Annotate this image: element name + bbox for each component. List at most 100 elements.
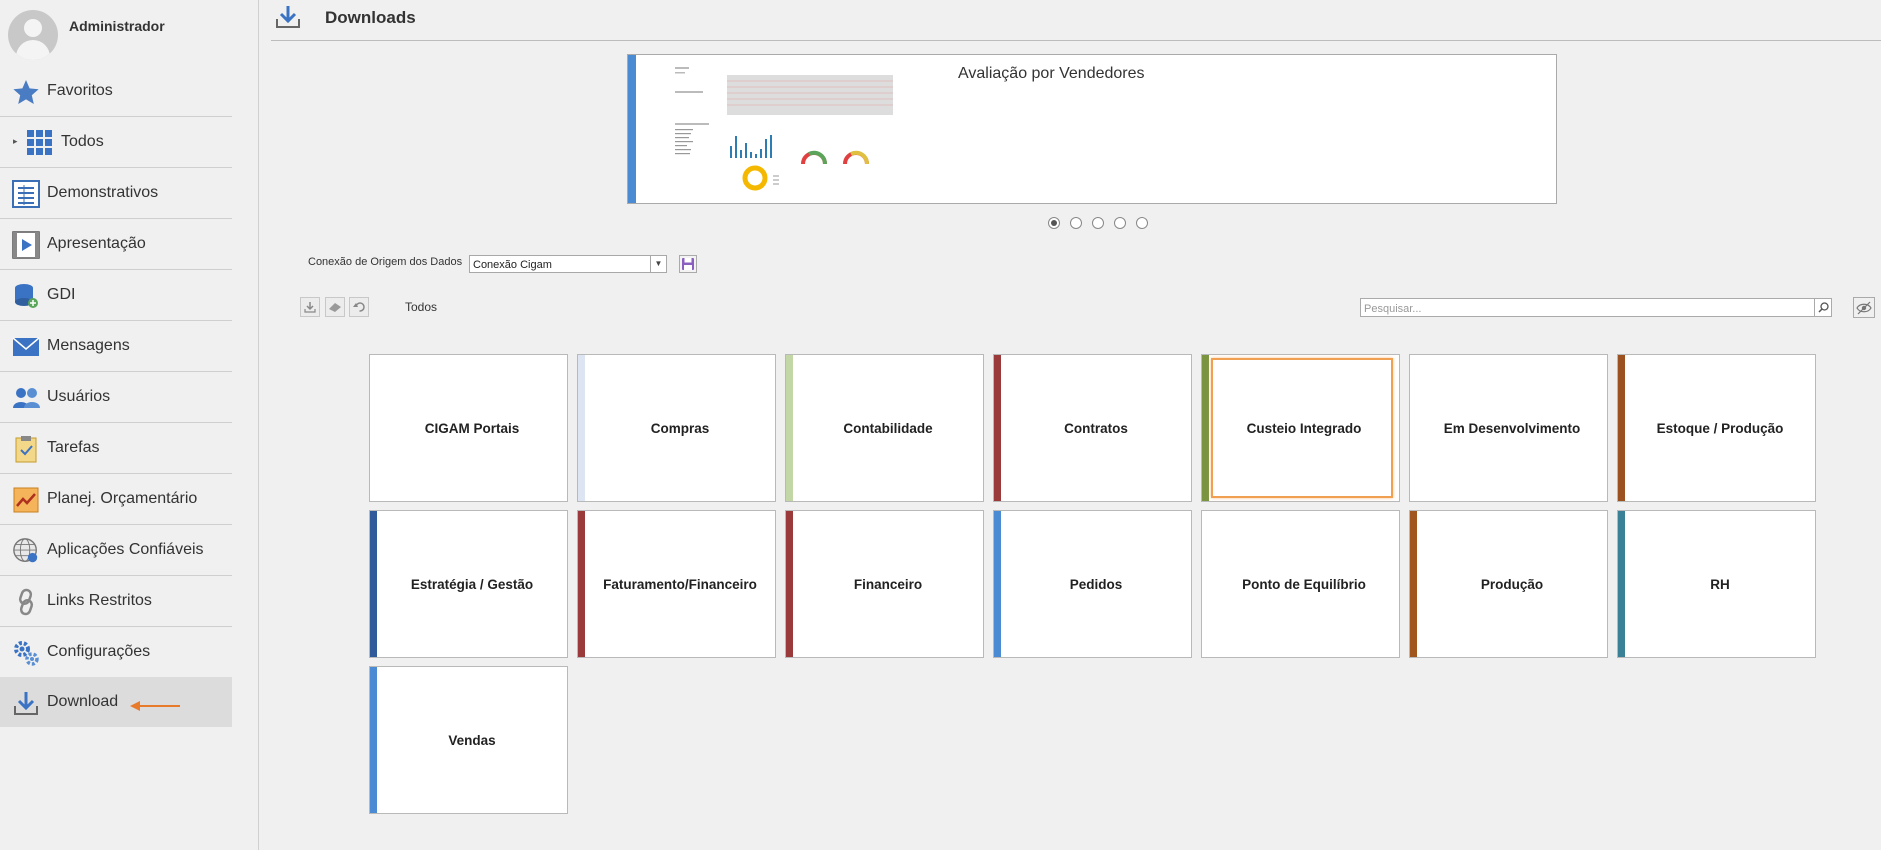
module-tile[interactable]: Custeio Integrado	[1201, 354, 1400, 502]
module-tile[interactable]: Contabilidade	[785, 354, 984, 502]
sidebar-item-links-restritos[interactable]: Links Restritos	[0, 576, 232, 627]
tile-color-bar	[1202, 355, 1209, 501]
module-tile[interactable]: CIGAM Portais	[369, 354, 568, 502]
module-tile[interactable]: Estratégia / Gestão	[369, 510, 568, 658]
eye-hidden-icon	[1856, 301, 1872, 314]
sidebar-item-label: Apresentação	[47, 235, 146, 252]
tile-color-bar	[786, 355, 793, 501]
download-icon	[304, 302, 316, 313]
gears-icon	[12, 639, 40, 667]
carousel-dot[interactable]	[1048, 217, 1060, 229]
tile-color-bar	[578, 511, 585, 657]
search-input[interactable]	[1361, 300, 1806, 318]
sidebar-item-demonstrativos[interactable]: Demonstrativos	[0, 168, 232, 219]
tile-label: Produção	[1480, 576, 1544, 592]
module-tile[interactable]: Ponto de Equilíbrio	[1201, 510, 1400, 658]
users-icon	[12, 384, 40, 412]
carousel-dot[interactable]	[1070, 217, 1082, 229]
dashboard-thumbnail[interactable]	[673, 63, 895, 195]
sidebar-item-label: GDI	[47, 286, 76, 303]
tile-label: Vendas	[448, 732, 496, 748]
globe-icon	[12, 537, 40, 565]
tile-color-bar	[994, 511, 1001, 657]
annotation-arrow-icon	[130, 699, 182, 717]
page-title: Downloads	[325, 8, 416, 27]
sidebar-item-tarefas[interactable]: Tarefas	[0, 423, 232, 474]
sidebar-item-gdi[interactable]: GDI	[0, 270, 232, 321]
module-tile[interactable]: Em Desenvolvimento	[1409, 354, 1608, 502]
carousel-pager	[1048, 217, 1148, 229]
undo-button[interactable]	[349, 297, 369, 317]
download-icon	[12, 689, 40, 717]
module-tile[interactable]: Produção	[1409, 510, 1608, 658]
search-icon	[1817, 302, 1829, 313]
sidebar-item-download[interactable]: Download	[0, 677, 232, 727]
carousel-title: Avaliação por Vendedores	[958, 65, 1145, 82]
connection-select[interactable]: Conexão Cigam ▼	[469, 255, 667, 273]
filter-label: Todos	[405, 300, 438, 314]
toggle-visibility-button[interactable]	[1853, 297, 1875, 318]
database-icon	[12, 282, 40, 310]
tile-color-bar	[1410, 511, 1417, 657]
sidebar-item-todos[interactable]: ▸ Todos	[0, 117, 232, 168]
sidebar-item-mensagens[interactable]: Mensagens	[0, 321, 232, 372]
sidebar-item-label: Demonstrativos	[47, 184, 159, 201]
tile-label: Pedidos	[1069, 576, 1123, 592]
undo-icon	[352, 302, 365, 312]
sidebar-item-aplicacoes-confiaveis[interactable]: Aplicações Confiáveis	[0, 525, 232, 576]
module-tile[interactable]: Contratos	[993, 354, 1192, 502]
sidebar-item-planej-orcamentario[interactable]: Planej. Orçamentário	[0, 474, 232, 525]
tile-label: Em Desenvolvimento	[1443, 420, 1581, 436]
sidebar-item-favoritos[interactable]: Favoritos	[0, 66, 232, 117]
tile-color-bar	[1410, 355, 1417, 501]
tile-label: Faturamento/Financeiro	[603, 576, 757, 592]
link-icon	[12, 588, 40, 616]
module-tile[interactable]: Financeiro	[785, 510, 984, 658]
module-tile[interactable]: RH	[1617, 510, 1816, 658]
sidebar-item-label: Download	[47, 693, 119, 710]
sidebar-item-label: Favoritos	[47, 82, 113, 99]
tile-color-bar	[994, 355, 1001, 501]
tile-label: Contabilidade	[843, 420, 933, 436]
connection-label: Conexão de Origem dos Dados	[308, 256, 463, 268]
presentation-icon	[12, 231, 40, 259]
carousel-accent	[628, 55, 636, 203]
sidebar-item-label: Mensagens	[47, 337, 130, 354]
sidebar-item-apresentacao[interactable]: Apresentação	[0, 219, 232, 270]
dashboard-carousel[interactable]: Avaliação por Vendedores	[627, 54, 1557, 204]
module-tile[interactable]: Pedidos	[993, 510, 1192, 658]
tile-color-bar	[1618, 355, 1625, 501]
module-tile[interactable]: Compras	[577, 354, 776, 502]
sidebar-item-label: Links Restritos	[47, 592, 152, 609]
expand-arrow-icon[interactable]: ▸	[13, 136, 18, 147]
sidebar-item-usuarios[interactable]: Usuários	[0, 372, 232, 423]
page-header: Downloads	[271, 0, 1881, 41]
download-icon	[276, 5, 300, 34]
tile-color-bar	[1618, 511, 1625, 657]
module-tile[interactable]: Faturamento/Financeiro	[577, 510, 776, 658]
sidebar-item-label: Aplicações Confiáveis	[47, 541, 204, 558]
floppy-icon	[682, 258, 694, 270]
tile-label: Ponto de Equilíbrio	[1242, 576, 1366, 592]
tile-label: Estoque / Produção	[1656, 420, 1784, 436]
module-tile[interactable]: Vendas	[369, 666, 568, 814]
carousel-dot[interactable]	[1114, 217, 1126, 229]
erase-button[interactable]	[325, 297, 345, 317]
report-icon	[12, 180, 40, 208]
carousel-dot[interactable]	[1092, 217, 1104, 229]
chevron-down-icon[interactable]: ▼	[650, 256, 666, 272]
download-button[interactable]	[300, 297, 320, 317]
tile-label: Compras	[650, 420, 710, 436]
save-button[interactable]	[679, 255, 697, 273]
star-icon	[12, 78, 40, 106]
sidebar-nav: Favoritos ▸ Todos Demonstrativos Apresen…	[0, 66, 232, 727]
tile-label: Contratos	[1064, 420, 1128, 436]
sidebar-item-configuracoes[interactable]: Configurações	[0, 627, 232, 677]
user-name: Administrador	[69, 18, 165, 34]
tile-label: Estratégia / Gestão	[410, 576, 534, 592]
tile-color-bar	[370, 511, 377, 657]
carousel-dot[interactable]	[1136, 217, 1148, 229]
module-tile[interactable]: Estoque / Produção	[1617, 354, 1816, 502]
avatar	[8, 10, 58, 60]
search-button[interactable]	[1814, 299, 1831, 316]
